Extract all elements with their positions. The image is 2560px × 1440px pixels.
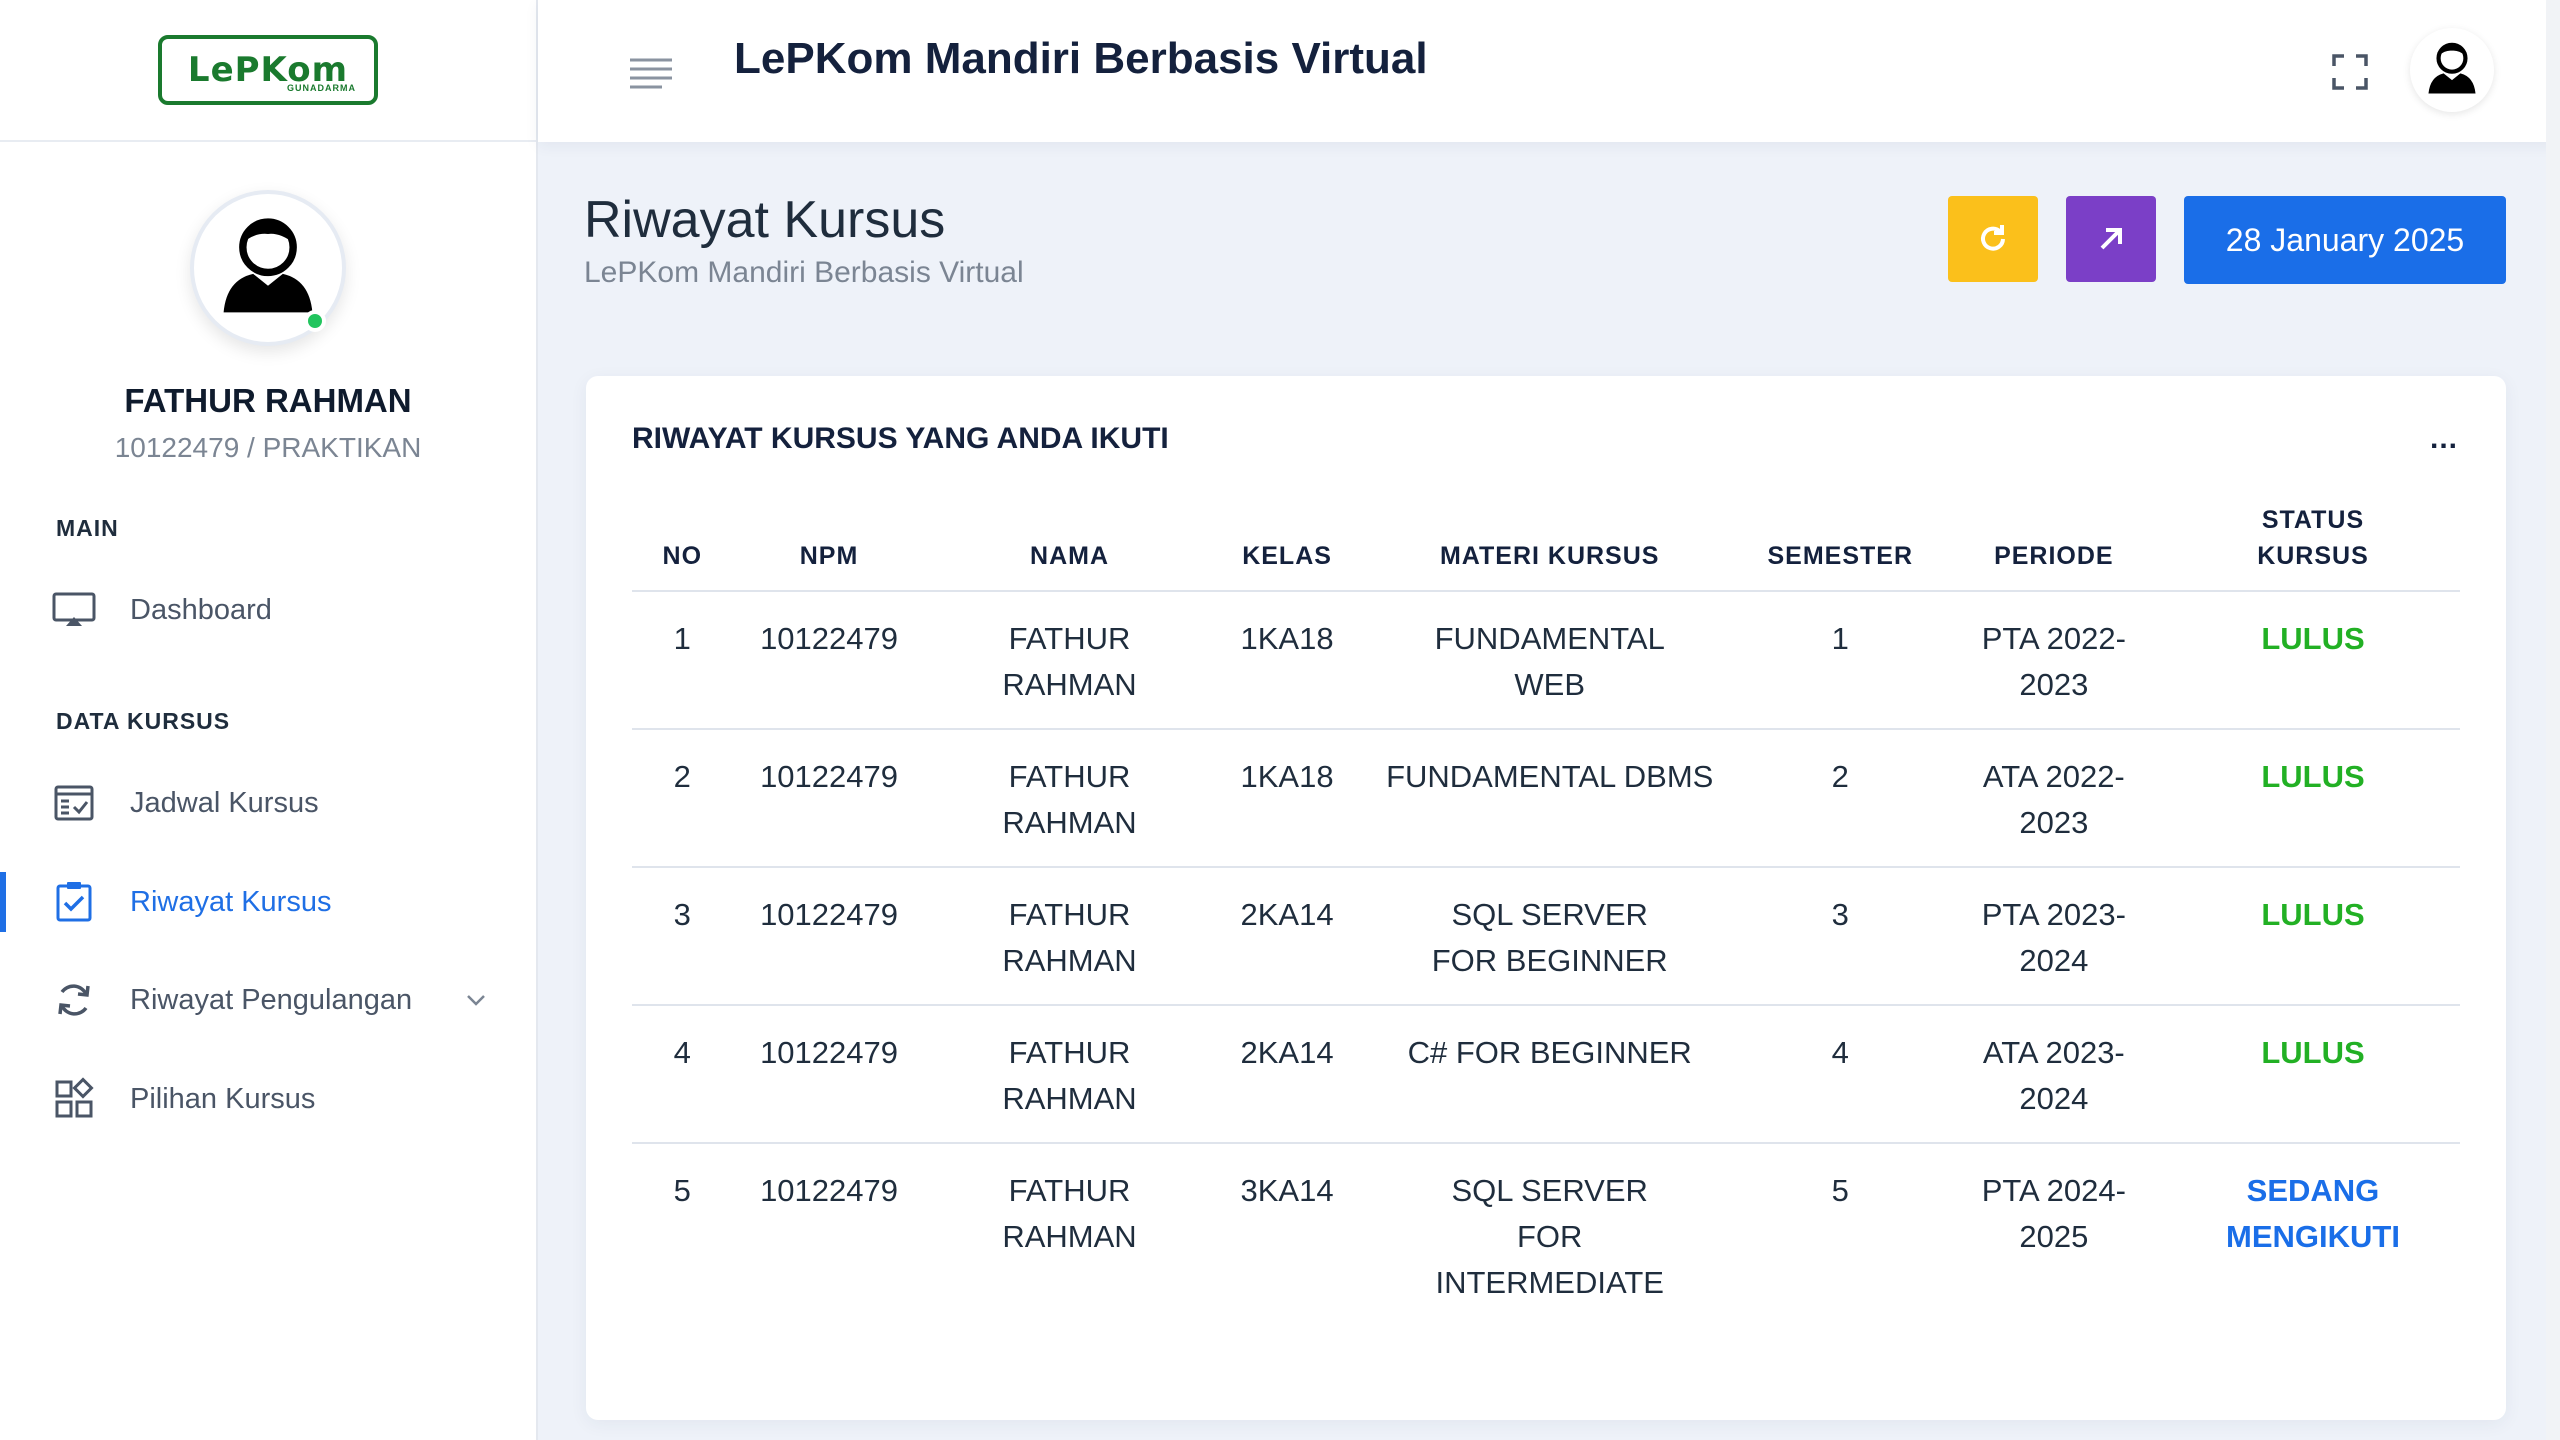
cell-materi: SQL SERVER FOR BEGINNER <box>1360 867 1739 1006</box>
cell-npm: 10122479 <box>732 729 926 868</box>
more-options-button[interactable]: ... <box>2430 422 2458 456</box>
table-row: 4 10122479 FATHUR RAHMAN 2KA14 C# FOR BE… <box>632 1005 2460 1144</box>
column-header-materi-kursus: MATERI KURSUS <box>1360 502 1739 592</box>
nav-section-main: MAIN <box>56 515 119 541</box>
cell-materi: FUNDAMENTAL WEB <box>1360 591 1739 730</box>
refresh-button[interactable] <box>1948 196 2038 282</box>
column-header-nama: NAMA <box>925 502 1214 592</box>
cell-semester: 4 <box>1738 1005 1942 1144</box>
logo-subtext: GUNADARMA <box>287 83 356 93</box>
cell-status: LULUS <box>2166 867 2460 1006</box>
column-header-no: NO <box>632 502 733 592</box>
sidebar-item-riwayat-kursus[interactable]: Riwayat Kursus <box>0 862 536 942</box>
cell-semester: 3 <box>1738 867 1942 1006</box>
column-header-npm: NPM <box>732 502 926 592</box>
cell-status: LULUS <box>2166 1005 2460 1144</box>
monitor-icon <box>52 592 96 626</box>
card-title: RIWAYAT KURSUS YANG ANDA IKUTI <box>632 422 1169 455</box>
cell-no: 5 <box>673 1173 691 1208</box>
refresh-icon <box>58 984 90 1016</box>
apps-icon <box>55 1077 94 1118</box>
sidebar-item-label: Pilihan Kursus <box>130 1082 316 1115</box>
column-header-periode: PERIODE <box>1941 502 2166 592</box>
app-logo[interactable]: LePKom GUNADARMA <box>158 35 378 105</box>
cell-status: SEDANG MENGIKUTI <box>2226 1173 2400 1254</box>
sidebar-item-riwayat-pengulangan[interactable]: Riwayat Pengulangan <box>0 960 536 1040</box>
logo-bar: LePKom GUNADARMA <box>0 0 536 142</box>
cell-kelas: 2KA14 <box>1213 1005 1361 1144</box>
column-header-semester: SEMESTER <box>1738 502 1942 592</box>
cell-periode: PTA 2023-2024 <box>1941 867 2166 1006</box>
user-menu-avatar[interactable] <box>2410 28 2494 112</box>
cell-periode: ATA 2022-2023 <box>1941 729 2166 868</box>
sidebar-item-pilihan-kursus[interactable]: Pilihan Kursus <box>0 1059 536 1139</box>
cell-status: LULUS <box>2166 591 2460 730</box>
fullscreen-icon[interactable] <box>2330 52 2370 92</box>
table-row: 1 10122479 FATHUR RAHMAN 1KA18 FUNDAMENT… <box>632 591 2460 730</box>
cell-npm: 10122479 <box>760 1173 898 1208</box>
cell-nama: FATHUR RAHMAN <box>925 591 1214 730</box>
cell-no: 2 <box>632 729 733 868</box>
chevron-down-icon[interactable] <box>464 988 488 1012</box>
profile-name: FATHUR RAHMAN <box>124 382 412 419</box>
sidebar-item-dashboard[interactable]: Dashboard <box>0 570 536 650</box>
table-row: 5 10122479 FATHUR RAHMAN 3KA14 SQL SERVE… <box>632 1143 2460 1326</box>
cell-no: 3 <box>632 867 733 1006</box>
sidebar-item-label: Riwayat Pengulangan <box>130 983 413 1016</box>
table-header-row: NO NPM NAMA KELAS MATERI KURSUS SEMESTER… <box>632 502 2460 592</box>
clipboard-check-icon <box>56 882 92 922</box>
date-button[interactable]: 28 January 2025 <box>2184 196 2506 284</box>
avatar <box>190 190 346 346</box>
topbar: LePKom Mandiri Berbasis Virtual <box>538 0 2560 142</box>
cell-materi: SQL SERVER FOR INTERMEDIATE <box>1435 1173 1664 1300</box>
profile-id-role: 10122479 / PRAKTIKAN <box>114 432 422 463</box>
table-row: 2 10122479 FATHUR RAHMAN 1KA18 FUNDAMENT… <box>632 729 2460 868</box>
page-title: Riwayat Kursus <box>584 191 946 249</box>
cell-materi: FUNDAMENTAL DBMS <box>1360 729 1739 868</box>
page-subtitle: LePKom Mandiri Berbasis Virtual <box>584 256 1024 289</box>
schedule-icon <box>54 785 94 821</box>
cell-periode: PTA 2024-2025 <box>1981 1173 2126 1254</box>
sidebar-item-jadwal-kursus[interactable]: Jadwal Kursus <box>0 763 536 843</box>
cell-nama: FATHUR RAHMAN <box>925 729 1214 868</box>
cell-semester: 5 <box>1831 1173 1849 1208</box>
open-external-button[interactable] <box>2066 196 2156 282</box>
profile-panel: FATHUR RAHMAN 10122479 / PRAKTIKAN <box>0 142 536 464</box>
table-row: 3 10122479 FATHUR RAHMAN 2KA14 SQL SERVE… <box>632 867 2460 1006</box>
menu-toggle-icon[interactable] <box>628 56 674 90</box>
cell-status: LULUS <box>2166 729 2460 868</box>
course-history-table: NO NPM NAMA KELAS MATERI KURSUS SEMESTER… <box>632 502 2460 1326</box>
sidebar-item-label: Riwayat Kursus <box>130 885 332 918</box>
sidebar-item-label: Jadwal Kursus <box>130 786 319 819</box>
cell-materi: C# FOR BEGINNER <box>1360 1005 1739 1144</box>
page-scrollbar[interactable] <box>2546 0 2560 1440</box>
course-history-card: RIWAYAT KURSUS YANG ANDA IKUTI ... NO NP… <box>586 376 2506 1420</box>
cell-nama: FATHUR RAHMAN <box>925 867 1214 1006</box>
column-header-kelas: KELAS <box>1213 502 1361 592</box>
cell-no: 1 <box>632 591 733 730</box>
user-avatar-icon <box>2428 42 2476 94</box>
cell-kelas: 2KA14 <box>1213 867 1361 1006</box>
cell-npm: 10122479 <box>732 867 926 1006</box>
cell-kelas: 3KA14 <box>1240 1173 1334 1208</box>
cell-npm: 10122479 <box>732 591 926 730</box>
cell-kelas: 1KA18 <box>1213 591 1361 730</box>
sidebar: LePKom GUNADARMA FATHUR RAHMAN 10122479 … <box>0 0 538 1440</box>
refresh-icon <box>1981 225 2005 251</box>
cell-periode: ATA 2023-2024 <box>1941 1005 2166 1144</box>
cell-npm: 10122479 <box>732 1005 926 1144</box>
cell-periode: PTA 2022-2023 <box>1941 591 2166 730</box>
nav-section-data-kursus: DATA KURSUS <box>56 708 231 734</box>
app-title: LePKom Mandiri Berbasis Virtual <box>734 34 1428 83</box>
column-header-status-kursus: STATUS KURSUS <box>2166 502 2460 592</box>
cell-nama: FATHUR RAHMAN <box>925 1005 1214 1144</box>
cell-semester: 2 <box>1738 729 1942 868</box>
cell-semester: 1 <box>1738 591 1942 730</box>
online-status-dot <box>304 310 326 332</box>
cell-no: 4 <box>632 1005 733 1144</box>
cell-nama: FATHUR RAHMAN <box>1002 1173 1137 1254</box>
sidebar-item-label: Dashboard <box>130 593 272 626</box>
cell-kelas: 1KA18 <box>1213 729 1361 868</box>
arrow-up-right-icon <box>2100 228 2122 250</box>
